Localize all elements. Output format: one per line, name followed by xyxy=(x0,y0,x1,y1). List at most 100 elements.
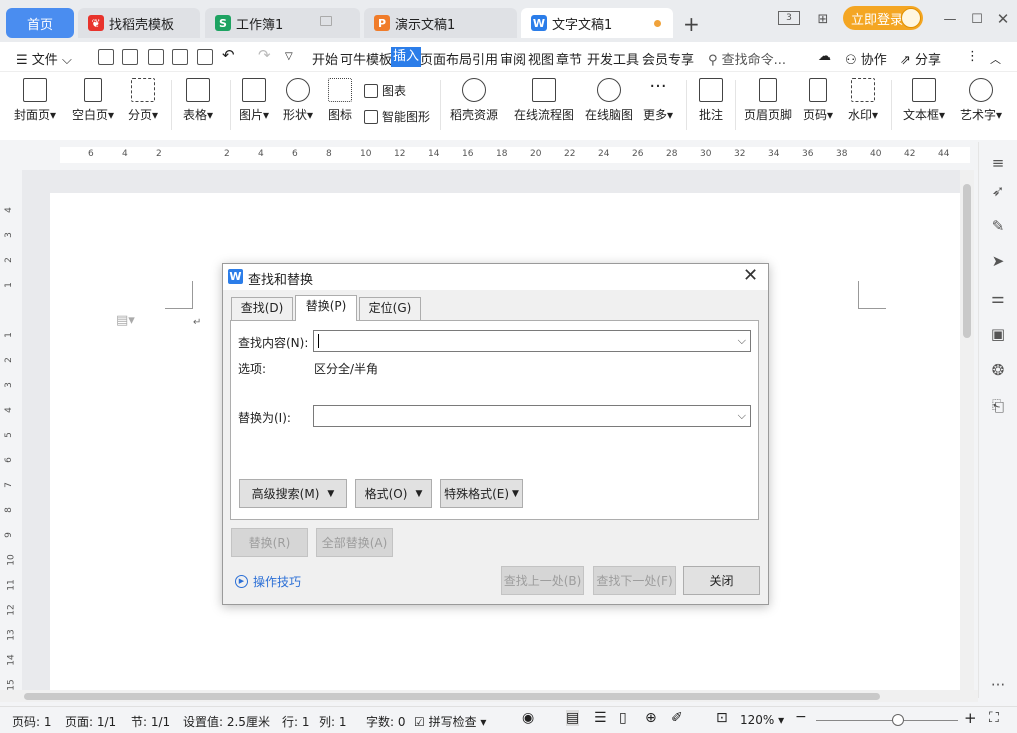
special-format-button[interactable]: 特殊格式(E) ▼ xyxy=(440,479,523,508)
chevron-down-icon[interactable]: ⌵ xyxy=(738,334,746,348)
share-button[interactable]: ⇗ 分享 xyxy=(900,49,941,68)
ai-icon[interactable]: ❂ xyxy=(989,361,1007,379)
save-icon[interactable] xyxy=(122,49,138,65)
undo-icon[interactable]: ↶ xyxy=(222,46,235,64)
more-button[interactable]: ··· 更多▾ xyxy=(643,78,673,123)
replace-all-button[interactable]: 全部替换(A) xyxy=(316,528,393,557)
tab-workbook[interactable]: S 工作簿1 xyxy=(205,8,360,38)
open-icon[interactable] xyxy=(98,49,114,65)
menu-references[interactable]: 引用 xyxy=(472,49,498,68)
menu-developer[interactable]: 开发工具 xyxy=(587,49,639,68)
status-page[interactable]: 页码: 1 xyxy=(12,713,52,730)
spell-check-toggle[interactable]: ☑ 拼写检查 ▾ xyxy=(414,713,486,730)
collapse-ribbon-icon[interactable]: ︿ xyxy=(990,51,1001,67)
fullscreen-icon[interactable]: ⛶ xyxy=(989,710,999,726)
find-previous-button[interactable]: 查找上一处(B) xyxy=(501,566,584,595)
textbox-button[interactable]: 文本框▾ xyxy=(903,78,945,123)
dialog-close-icon[interactable]: ✕ xyxy=(743,265,758,286)
quick-access-more-icon[interactable]: ▽ xyxy=(285,51,293,62)
minimize-icon[interactable]: — xyxy=(940,10,960,28)
picture-button[interactable]: 图片▾ xyxy=(239,78,269,123)
advanced-search-button[interactable]: 高级搜索(M) ▼ xyxy=(239,479,347,508)
command-search[interactable]: ⚲ 查找命令... xyxy=(708,49,786,68)
table-button[interactable]: 表格▾ xyxy=(183,78,213,123)
outline-view-icon[interactable]: ☰ xyxy=(594,710,607,726)
fit-page-icon[interactable]: ⊡ xyxy=(716,710,728,726)
redo-icon[interactable]: ↷ xyxy=(258,46,271,64)
status-words[interactable]: 字数: 0 xyxy=(366,713,406,730)
vertical-scrollbar[interactable] xyxy=(960,170,974,690)
close-window-icon[interactable]: ✕ xyxy=(993,10,1013,28)
print-icon[interactable] xyxy=(172,49,188,65)
sidebar-more-icon[interactable]: ··· xyxy=(989,676,1007,694)
sidebar-menu-icon[interactable]: ≡ xyxy=(989,154,1007,172)
daoke-resources-button[interactable]: 稻壳资源 xyxy=(450,78,498,123)
watermark-button[interactable]: 水印▾ xyxy=(848,78,878,123)
tab-replace[interactable]: 替换(P) xyxy=(295,295,357,321)
reading-view-icon[interactable]: ▯ xyxy=(619,710,627,726)
menu-insert[interactable]: 插入 xyxy=(391,47,422,67)
smartart-button[interactable]: 智能图形 xyxy=(364,108,430,125)
shape-button[interactable]: 形状▾ xyxy=(283,78,313,123)
apps-grid-icon[interactable]: ⊞ xyxy=(813,10,833,28)
tab-find[interactable]: 查找(D) xyxy=(231,297,293,320)
image-edit-icon[interactable]: ▣ xyxy=(989,325,1007,343)
header-footer-button[interactable]: 页眉页脚 xyxy=(744,78,792,123)
eye-protect-icon[interactable]: ◉ xyxy=(522,710,534,726)
menu-start[interactable]: 开始 xyxy=(312,49,338,68)
dialog-title-bar[interactable]: W 查找和替换 ✕ xyxy=(223,264,768,290)
tab-daoke-templates[interactable]: ❦ 找稻壳模板 xyxy=(78,8,200,38)
tab-presentation[interactable]: P 演示文稿1 xyxy=(364,8,517,38)
pen-icon[interactable]: ✎ xyxy=(989,217,1007,235)
tips-link[interactable]: ▶ 操作技巧 xyxy=(235,573,301,590)
cover-page-button[interactable]: 封面页▾ xyxy=(14,78,56,123)
close-button[interactable]: 关闭 xyxy=(683,566,760,595)
web-view-icon[interactable]: ⊕ xyxy=(645,710,657,726)
find-input[interactable]: ⌵ xyxy=(313,330,751,352)
cloud-sync-icon[interactable]: ☁ xyxy=(818,49,831,64)
chart-button[interactable]: 图表 xyxy=(364,82,406,99)
mindmap-button[interactable]: 在线脑图 xyxy=(585,78,633,123)
menu-page-layout[interactable]: 页面布局 xyxy=(420,49,472,68)
horizontal-scrollbar[interactable] xyxy=(0,690,978,702)
maximize-icon[interactable]: ☐ xyxy=(967,10,987,28)
layout-3-icon[interactable]: 3 xyxy=(778,11,800,25)
login-button[interactable]: 立即登录 xyxy=(843,6,923,30)
icon-button[interactable]: 图标 xyxy=(328,78,352,123)
format-button[interactable]: 格式(O) ▼ xyxy=(355,479,432,508)
rocket-icon[interactable]: ➶ xyxy=(989,182,1007,200)
status-section[interactable]: 节: 1/1 xyxy=(131,713,170,730)
status-pages[interactable]: 页面: 1/1 xyxy=(65,713,116,730)
print-preview-icon[interactable] xyxy=(197,49,213,65)
zoom-slider-handle[interactable] xyxy=(892,714,905,726)
menu-file[interactable]: ☰ 文件 ⌵ xyxy=(16,49,72,68)
zoom-level[interactable]: 120% ▾ xyxy=(740,713,784,727)
status-row[interactable]: 行: 1 xyxy=(282,713,310,730)
find-next-button[interactable]: 查找下一处(F) xyxy=(593,566,676,595)
comment-button[interactable]: 批注 xyxy=(699,78,723,123)
replace-input[interactable]: ⌵ xyxy=(313,405,751,427)
page-number-button[interactable]: 页码▾ xyxy=(803,78,833,123)
replace-button[interactable]: 替换(R) xyxy=(231,528,308,557)
more-menu-icon[interactable]: ⋮ xyxy=(966,49,979,64)
page-break-button[interactable]: 分页▾ xyxy=(128,78,158,123)
cursor-icon[interactable]: ➤ xyxy=(989,252,1007,270)
vertical-scroll-thumb[interactable] xyxy=(963,184,971,338)
wordart-button[interactable]: 艺术字▾ xyxy=(960,78,1002,123)
status-col[interactable]: 列: 1 xyxy=(319,713,347,730)
zoom-out-icon[interactable]: − xyxy=(795,709,807,725)
paragraph-options-icon[interactable]: ▤▾ xyxy=(116,313,135,328)
menu-review[interactable]: 审阅 xyxy=(500,49,526,68)
chevron-down-icon[interactable]: ⌵ xyxy=(738,409,746,423)
horizontal-scroll-thumb[interactable] xyxy=(24,693,880,700)
status-setting[interactable]: 设置值: 2.5厘米 xyxy=(183,713,270,730)
zoom-slider[interactable] xyxy=(816,720,958,721)
book-icon[interactable]: ⎗ xyxy=(989,397,1007,415)
menu-keniu-templates[interactable]: 可牛模板 xyxy=(340,49,392,68)
write-view-icon[interactable]: ✐ xyxy=(671,710,683,726)
tab-goto[interactable]: 定位(G) xyxy=(359,297,421,320)
menu-view[interactable]: 视图 xyxy=(528,49,554,68)
new-tab-button[interactable]: + xyxy=(683,12,700,36)
page-view-icon[interactable]: ▤ xyxy=(566,710,580,726)
menu-chapter[interactable]: 章节 xyxy=(556,49,582,68)
